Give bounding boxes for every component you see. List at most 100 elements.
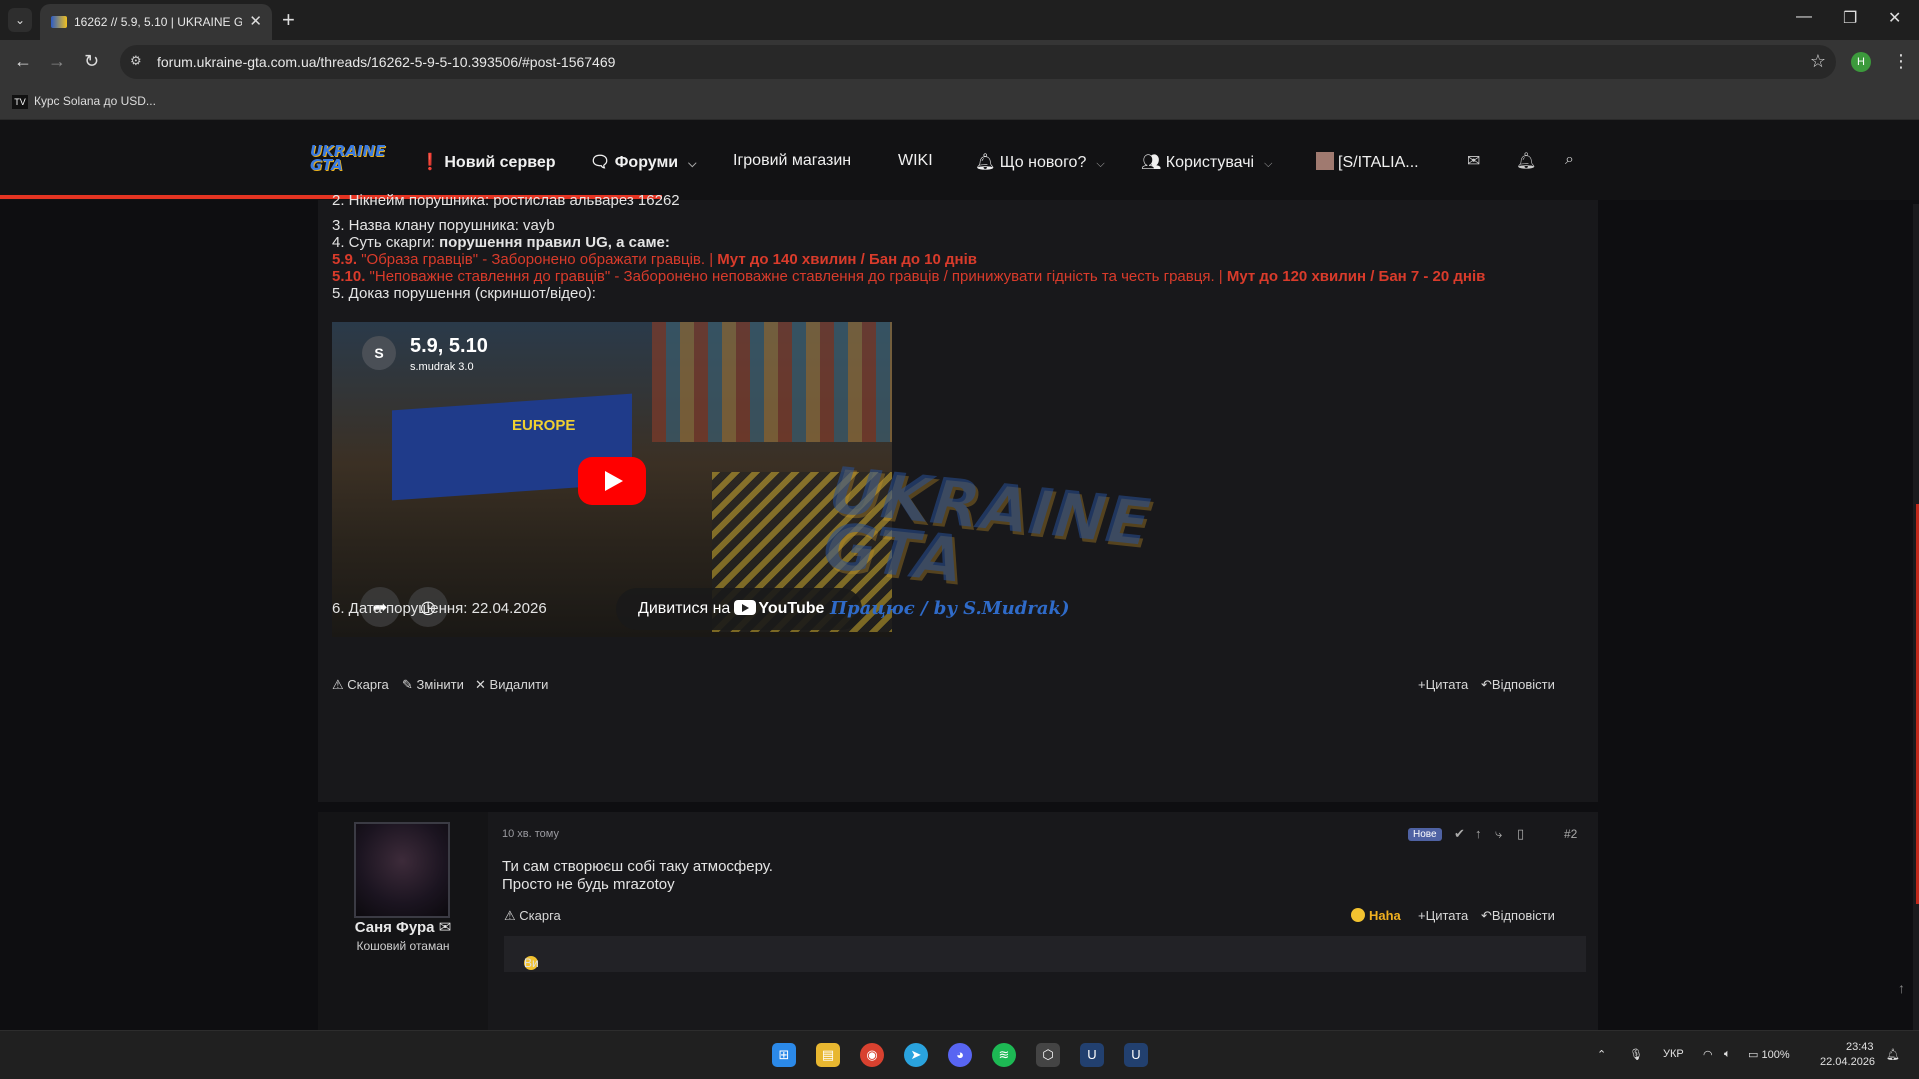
forward-icon[interactable]: → <box>48 51 66 72</box>
chrome-icon[interactable]: ◉ <box>860 1043 884 1067</box>
bookmark-icon[interactable]: ▯ <box>1517 826 1524 842</box>
battery-icon: ▭ <box>1748 1049 1759 1061</box>
restore-icon[interactable]: ❐ <box>1843 8 1857 28</box>
video-channel[interactable]: s.mudrak 3.0 <box>410 361 474 373</box>
language-indicator[interactable]: УКР <box>1663 1048 1684 1060</box>
spotify-icon[interactable]: ≋ <box>992 1043 1016 1067</box>
tab-search-button[interactable]: ⌄ <box>8 8 32 32</box>
post-number[interactable]: #2 <box>1564 827 1577 841</box>
plus-icon: + <box>1418 677 1426 692</box>
pencil-icon: ✎ <box>402 677 413 692</box>
site-header: UKRAINE GTA ❗ Новий сервер 🗨 Форуми ⌵ Ігр… <box>0 120 1919 200</box>
video-scene-text: EUROPE <box>512 417 576 434</box>
new-badge: Нове <box>1408 828 1442 841</box>
post-line-6: 6. Дата порушення: 22.04.2026 <box>332 600 547 617</box>
scrollbar[interactable] <box>1913 204 1919 1030</box>
reaction-haha-button[interactable]: Haha <box>1351 908 1401 923</box>
author-name[interactable]: Саня Фура ✉ <box>318 918 488 936</box>
tray-overflow-icon[interactable]: ⌃ <box>1597 1048 1606 1061</box>
quote-button[interactable]: +Цитата <box>1418 677 1468 692</box>
bookmark-item[interactable]: TV Курс Solana до USD... <box>12 94 156 109</box>
post-line-4: 4. Суть скарги: порушення правил UG, а с… <box>332 234 670 251</box>
page-viewport: UKRAINE GTA ❗ Новий сервер 🗨 Форуми ⌵ Ігр… <box>0 120 1919 1030</box>
file-explorer-icon[interactable]: ▤ <box>816 1043 840 1067</box>
post-line-5: 5. Доказ порушення (скриншот/відео): <box>332 285 596 302</box>
report-button[interactable]: ⚠ Скарга <box>332 677 389 693</box>
bookmark-favicon-icon: TV <box>12 94 28 109</box>
account-avatar <box>1316 152 1334 170</box>
app-icon[interactable]: ⬡ <box>1036 1043 1060 1067</box>
profile-avatar[interactable]: H <box>1851 52 1871 72</box>
battery-indicator[interactable]: ▭ 100% <box>1748 1048 1790 1061</box>
scroll-to-top-icon[interactable]: ↑ <box>1898 980 1905 996</box>
close-window-icon[interactable]: ✕ <box>1888 8 1901 28</box>
share-icon[interactable]: ⤷ <box>1495 826 1502 842</box>
author-avatar[interactable] <box>354 822 450 918</box>
upvote-icon[interactable]: ↑ <box>1475 826 1482 841</box>
reply-button[interactable]: ↶Відповісти <box>1481 908 1555 924</box>
youtube-embed[interactable]: EUROPE S 5.9, 5.10 s.mudrak 3.0 ➦ ◷ Диви… <box>332 322 892 637</box>
search-icon[interactable]: ⌕ <box>1565 151 1574 169</box>
chevron-down-icon[interactable]: ⌵ <box>1096 158 1104 170</box>
volume-icon[interactable]: 🔈︎ <box>1724 1048 1731 1061</box>
url-text[interactable]: forum.ukraine-gta.com.ua/threads/16262-5… <box>157 54 615 70</box>
youtube-logo-icon <box>734 600 757 615</box>
site-info-icon[interactable]: ⚙ <box>130 53 148 71</box>
post-1: 2. Нікнейм порушника: ростислав альварез… <box>318 192 1598 802</box>
watch-on-youtube-button[interactable]: Дивитися на YouTube <box>616 588 862 630</box>
nav-new-server[interactable]: ❗ Новий сервер <box>420 152 556 172</box>
close-tab-icon[interactable]: ✕ <box>249 12 262 30</box>
rule-5-10: 5.10. "Неповажне ставлення до гравців" -… <box>332 268 1486 285</box>
browser-tab[interactable]: 16262 // 5.9, 5.10 | UKRAINE GTA ✕ <box>40 4 272 40</box>
post-text-line-1: Ти сам створюєш собі таку атмосферу. <box>502 858 773 875</box>
check-icon[interactable]: ✔ <box>1454 826 1465 842</box>
channel-avatar[interactable]: S <box>362 336 396 370</box>
back-icon[interactable]: ← <box>14 51 32 72</box>
reply-icon: ↶ <box>1481 677 1492 692</box>
chevron-down-icon[interactable]: ⌵ <box>688 158 696 170</box>
nav-wiki[interactable]: WIKI <box>898 152 933 170</box>
post-text-line-2: Просто не будь mrazotoy <box>502 876 675 893</box>
browser-menu-icon[interactable]: ⋮ <box>1892 51 1910 72</box>
video-scene-containers <box>652 322 892 442</box>
edit-button[interactable]: ✎ Змінити <box>402 677 464 693</box>
site-logo[interactable]: UKRAINE GTA <box>310 144 385 173</box>
nav-whats-new[interactable]: 🔔︎ Що нового? ⌵ <box>975 152 1105 172</box>
game-launcher-icon-2[interactable]: U <box>1124 1043 1148 1067</box>
notification-icon[interactable]: 🔔︎ <box>1886 1048 1900 1061</box>
reactions-bar[interactable]: Ви <box>504 936 1586 972</box>
nav-users[interactable]: 👥︎ Користувачі ⌵ <box>1141 152 1272 172</box>
chevron-down-icon[interactable]: ⌵ <box>1264 158 1272 170</box>
nav-account[interactable]: [S/ITALIA... <box>1316 152 1419 172</box>
address-bar[interactable]: ⚙ forum.ukraine-gta.com.ua/threads/16262… <box>120 45 1836 79</box>
microphone-icon[interactable]: 🎙︎ <box>1629 1048 1643 1061</box>
video-title[interactable]: 5.9, 5.10 <box>410 335 488 358</box>
wifi-icon[interactable]: ◠ <box>1703 1048 1713 1061</box>
report-button[interactable]: ⚠ Скарга <box>504 908 561 924</box>
clock-time[interactable]: 23:43 <box>1846 1041 1874 1053</box>
new-tab-button[interactable]: + <box>282 7 295 33</box>
telegram-icon[interactable]: ➤ <box>904 1043 928 1067</box>
quote-button[interactable]: +Цитата <box>1418 908 1468 923</box>
play-button[interactable] <box>578 457 646 505</box>
nav-forums[interactable]: 🗨 Форуми ⌵ <box>590 152 696 172</box>
discord-icon[interactable]: ◕ <box>948 1043 972 1067</box>
nav-shop[interactable]: Ігровий магазин <box>733 152 851 170</box>
browser-toolbar: ← → ↻ ⚙ forum.ukraine-gta.com.ua/threads… <box>0 40 1919 84</box>
mail-icon[interactable]: ✉ <box>1467 151 1480 171</box>
bookmark-star-icon[interactable]: ☆ <box>1810 51 1826 72</box>
reload-icon[interactable]: ↻ <box>84 51 99 72</box>
post-2: Саня Фура ✉ Кошовий отаман 10 хв. тому Н… <box>318 812 1598 1030</box>
reply-button[interactable]: ↶Відповісти <box>1481 677 1555 693</box>
clock-date[interactable]: 22.04.2026 <box>1820 1056 1875 1068</box>
post-author-panel: Саня Фура ✉ Кошовий отаман <box>318 812 488 1030</box>
minimize-icon[interactable]: — <box>1796 8 1812 26</box>
delete-button[interactable]: ✕ Видалити <box>475 677 548 693</box>
game-launcher-icon[interactable]: U <box>1080 1043 1104 1067</box>
close-icon: ✕ <box>475 677 486 692</box>
post-time[interactable]: 10 хв. тому <box>502 828 559 840</box>
start-icon[interactable]: ⊞ <box>772 1043 796 1067</box>
post-line-2: 2. Нікнейм порушника: ростислав альварез… <box>332 192 680 209</box>
rule-5-9: 5.9. "Образа гравців" - Заборонено ображ… <box>332 251 977 268</box>
notifications-bell-icon[interactable]: 🔔︎ <box>1516 151 1536 171</box>
